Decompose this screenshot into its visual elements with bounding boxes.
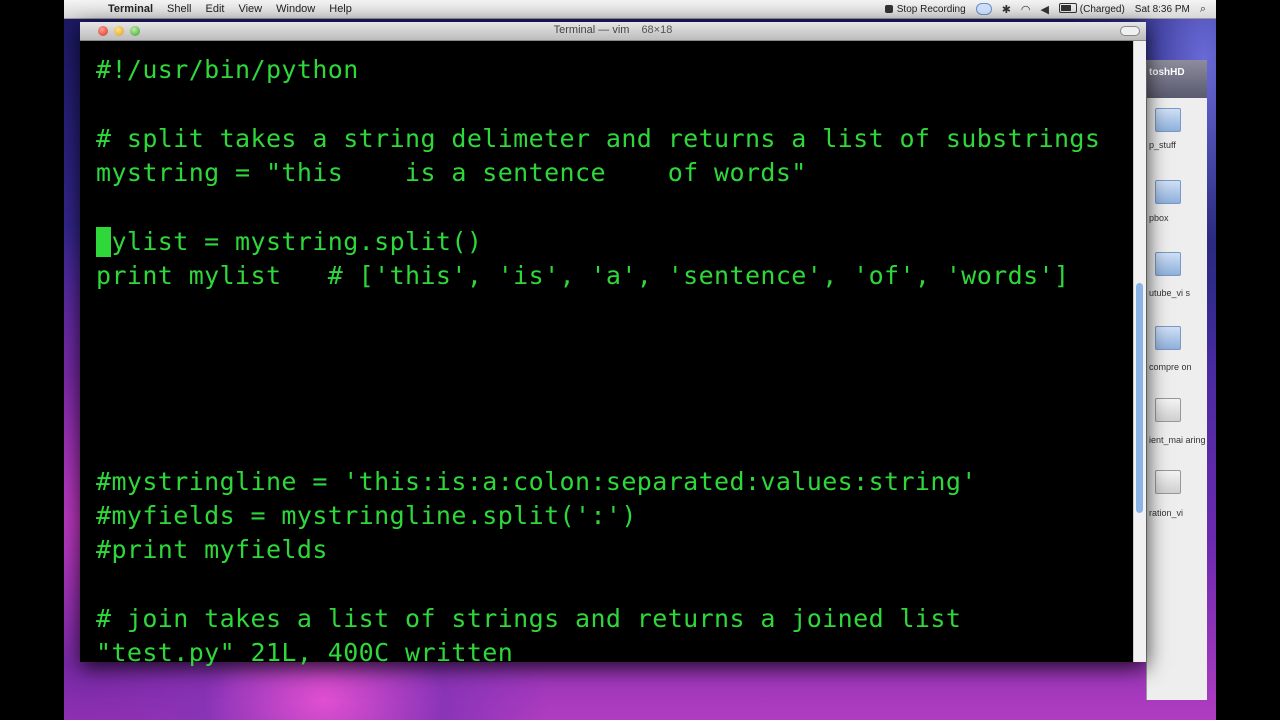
stop-recording-label: Stop Recording xyxy=(896,3,966,15)
battery-status[interactable]: (Charged) xyxy=(1058,3,1125,15)
terminal-window: Terminal — vim 68×18 #!/usr/bin/python # s… xyxy=(80,22,1146,667)
editor-line: mystring = "this is a sentence of words" xyxy=(96,157,807,187)
finder-item-label[interactable]: utube_vi s xyxy=(1149,288,1207,299)
editor-line: #!/usr/bin/python xyxy=(96,55,359,84)
scrollbar-thumb[interactable] xyxy=(1136,283,1143,514)
record-stop-icon xyxy=(884,4,893,13)
folder-icon[interactable] xyxy=(1155,108,1181,132)
folder-icon[interactable] xyxy=(1155,180,1181,204)
sync-icon[interactable] xyxy=(975,3,992,15)
folder-icon[interactable] xyxy=(1155,326,1181,350)
status-area: Stop Recording ✱ ◠ ◀ (Charged) Sat 8:36 … xyxy=(884,0,1206,18)
finder-item-label[interactable]: compre on xyxy=(1149,362,1207,373)
menu-window[interactable]: Window xyxy=(276,0,315,18)
bluetooth-icon[interactable]: ✱ xyxy=(1002,3,1011,16)
window-titlebar[interactable]: Terminal — vim 68×18 xyxy=(80,22,1146,41)
battery-label: (Charged) xyxy=(1079,4,1125,15)
toolbar-toggle-button[interactable] xyxy=(1120,26,1140,36)
document-icon[interactable] xyxy=(1155,398,1181,422)
document-icon[interactable] xyxy=(1155,470,1181,494)
editor-line: # join takes a list of strings and retur… xyxy=(96,603,962,633)
editor-line: #mystringline = 'this:is:a:colon:separat… xyxy=(96,466,977,496)
finder-item-label[interactable]: ient_mai aring xyxy=(1149,435,1207,446)
vertical-scrollbar[interactable] xyxy=(1133,41,1146,662)
finder-item-label[interactable]: ration_vi xyxy=(1149,508,1207,519)
editor-line: mylist = mystring.split() xyxy=(96,226,483,256)
editor-line: "test.py" 21L, 400C written xyxy=(96,638,514,668)
window-title: Terminal — vim 68×18 xyxy=(80,24,1146,36)
editor-line: print mylist # ['this', 'is', 'a', 'sent… xyxy=(96,260,1070,290)
folder-icon[interactable] xyxy=(1155,252,1181,276)
menu-view[interactable]: View xyxy=(238,0,262,18)
finder-item-label[interactable]: pbox xyxy=(1149,213,1207,224)
window-title-text: Terminal — vim xyxy=(553,24,630,36)
editor-line: #print myfields xyxy=(96,535,328,565)
app-menu-terminal[interactable]: Terminal xyxy=(108,0,153,18)
spotlight-search-icon[interactable]: ⌕ xyxy=(1200,3,1206,16)
menu-bar: Terminal Shell Edit View Window Help Sto… xyxy=(64,0,1216,19)
finder-volume-label: toshHD xyxy=(1149,67,1185,78)
volume-icon[interactable]: ◀ xyxy=(1041,3,1049,16)
menu-shell[interactable]: Shell xyxy=(167,0,191,18)
menu-edit[interactable]: Edit xyxy=(206,0,225,18)
editor-line: #myfields = mystringline.split(':') xyxy=(96,500,637,530)
battery-icon xyxy=(1058,3,1077,13)
stop-recording-button[interactable]: Stop Recording xyxy=(884,3,966,15)
editor-line: # split takes a string delimeter and ret… xyxy=(96,123,1101,153)
finder-header: toshHD xyxy=(1147,60,1207,98)
vim-editor[interactable]: #!/usr/bin/python # split takes a string … xyxy=(80,41,1132,667)
window-size-label: 68×18 xyxy=(641,24,673,36)
finder-item-label[interactable]: p_stuff xyxy=(1149,140,1207,151)
wifi-icon[interactable]: ◠ xyxy=(1021,3,1031,16)
clock[interactable]: Sat 8:36 PM xyxy=(1135,4,1190,15)
menu-help[interactable]: Help xyxy=(329,0,352,18)
finder-window: toshHD p_stuff pbox utube_vi s compre on… xyxy=(1146,60,1207,700)
